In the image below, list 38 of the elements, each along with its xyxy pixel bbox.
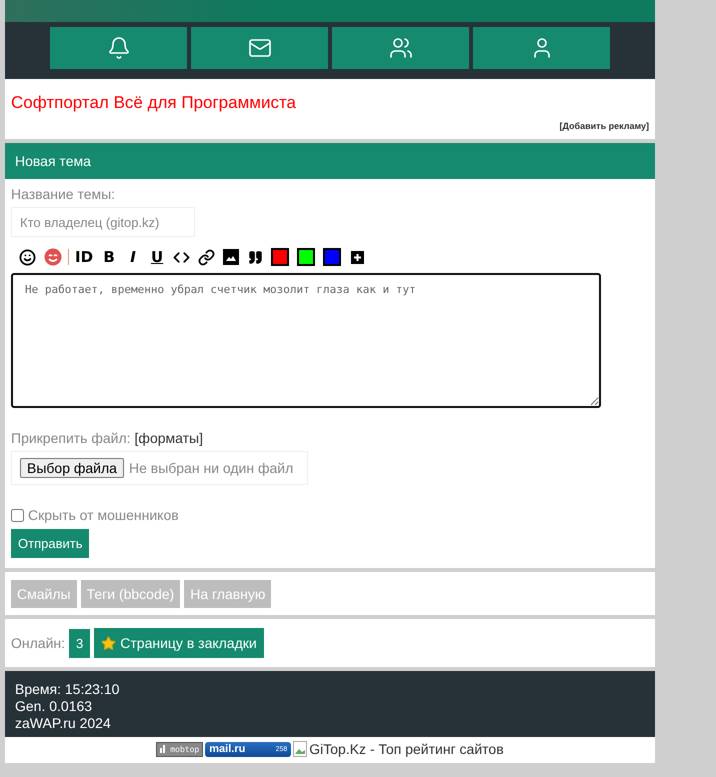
footer-text: Gen. 0.0163 bbox=[15, 698, 94, 714]
section-header: Новая тема bbox=[5, 143, 655, 179]
field-label: Прикрепить файл: bbox=[11, 430, 131, 446]
mail-icon[interactable] bbox=[191, 27, 328, 69]
format-button[interactable]: U bbox=[149, 248, 166, 266]
format-button[interactable]: ID bbox=[75, 248, 94, 266]
color-swatch[interactable] bbox=[297, 248, 316, 266]
broken-image-icon bbox=[293, 741, 308, 757]
file-field[interactable]: Выбор файла Не выбран ни один файл bbox=[11, 451, 308, 485]
footer-text: zaWAP.ru 2024 bbox=[15, 715, 112, 731]
message-textarea[interactable]: Не работает, временно убрал счетчик мозолит глаза как и тут bbox=[11, 273, 601, 408]
smiley-icon[interactable] bbox=[19, 248, 36, 266]
bookmark-button[interactable]: Страницу в закладки bbox=[94, 628, 264, 658]
color-swatch[interactable] bbox=[323, 248, 342, 266]
chart-icon bbox=[160, 745, 168, 753]
format-button[interactable]: I bbox=[125, 248, 142, 266]
submit-button[interactable]: Отправить bbox=[11, 529, 90, 558]
plus-icon[interactable] bbox=[349, 248, 366, 266]
toolbar-divider bbox=[68, 249, 69, 265]
color-swatch[interactable] bbox=[271, 248, 290, 266]
ad-title: Софтпортал Всё для Программиста bbox=[11, 93, 298, 113]
online-count[interactable]: 3 bbox=[69, 628, 90, 658]
choose-file-button[interactable]: Выбор файла bbox=[20, 458, 124, 478]
star-icon bbox=[101, 636, 116, 650]
footer-text: Время: 15:23:10 bbox=[15, 681, 120, 697]
checkbox[interactable] bbox=[11, 508, 24, 522]
counter-badge[interactable]: mobtop bbox=[156, 742, 204, 756]
image-icon[interactable] bbox=[223, 248, 240, 266]
online-label: Онлайн: bbox=[11, 635, 66, 651]
file-status: Не выбран ни один файл bbox=[128, 460, 294, 476]
field-label: Название темы: bbox=[11, 186, 116, 202]
add-ad-link[interactable]: [Добавить рекламу] bbox=[560, 121, 649, 131]
formats-link[interactable]: [форматы] bbox=[134, 430, 203, 446]
topic-input[interactable]: Кто владелец (gitop.kz) bbox=[11, 207, 195, 237]
checkbox-label: Скрыть от мошенников bbox=[28, 507, 179, 523]
broken-image-link[interactable]: GiTop.Kz - Топ рейтинг сайтов bbox=[293, 741, 504, 757]
format-button[interactable]: B bbox=[101, 248, 118, 266]
link-icon[interactable] bbox=[198, 248, 216, 266]
